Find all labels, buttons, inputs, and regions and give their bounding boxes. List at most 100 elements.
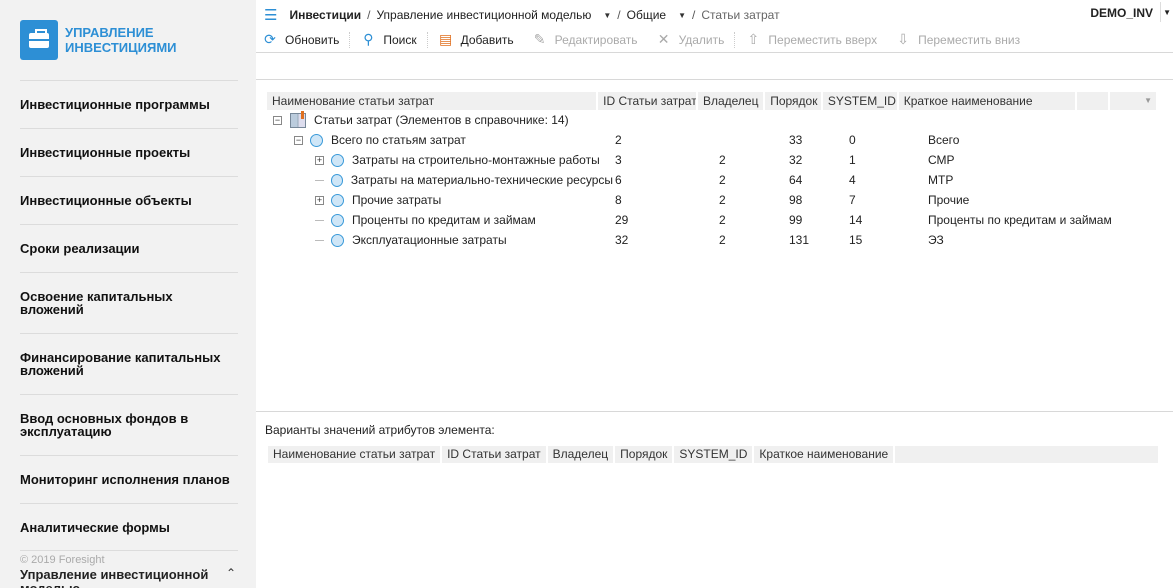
column-header[interactable]: ID Статьи затрат — [442, 446, 548, 463]
sidebar-item-capital-development[interactable]: Освоение капитальных вложений — [20, 272, 238, 333]
refresh-button[interactable]: ⟳ Обновить — [262, 31, 339, 48]
row-name: Затраты на материально-технические ресур… — [350, 173, 613, 187]
cost-items-grid: Наименование статьи затрат ID Статьи зат… — [267, 92, 1158, 250]
cell-system-id: 4 — [849, 173, 856, 187]
caret-down-icon[interactable]: ▼ — [678, 11, 686, 20]
table-row[interactable]: Эксплуатационные затраты 32 2 131 15 ЭЗ — [267, 230, 1158, 250]
breadcrumb-root[interactable]: Инвестиции — [289, 8, 361, 22]
item-circle-icon — [331, 213, 344, 227]
cell-order: 131 — [789, 233, 810, 247]
sidebar-item-analytics[interactable]: Аналитические формы — [20, 503, 238, 551]
sidebar-item-terms[interactable]: Сроки реализации — [20, 224, 238, 272]
collapse-icon[interactable]: − — [294, 135, 303, 145]
column-header[interactable]: ID Статьи затрат — [598, 92, 698, 110]
caret-down-icon[interactable]: ▼ — [603, 11, 611, 20]
row-name: Всего по статьям затрат — [331, 133, 466, 147]
column-header — [1076, 92, 1110, 110]
column-header[interactable]: Краткое наименование — [754, 446, 896, 463]
divider — [256, 79, 1173, 80]
dictionary-book-icon — [290, 110, 306, 128]
sidebar-item-projects[interactable]: Инвестиционные проекты — [20, 128, 238, 176]
sidebar-item-programs[interactable]: Инвестиционные программы — [20, 80, 238, 128]
tree-line — [315, 179, 324, 181]
edit-button[interactable]: ✎ Редактировать — [532, 31, 638, 48]
move-down-button[interactable]: ⇩ Переместить вниз — [895, 31, 1020, 48]
column-header[interactable]: SYSTEM_ID — [674, 446, 755, 463]
column-header[interactable]: Наименование статьи затрат — [267, 92, 599, 110]
table-row[interactable]: + Прочие затраты 8 2 98 7 Прочие — [267, 190, 1158, 210]
cell-owner: 2 — [719, 213, 726, 227]
cell-short-name: МТР — [928, 173, 954, 187]
breadcrumb-general[interactable]: Общие — [627, 8, 666, 22]
cell-order: 98 — [789, 193, 803, 207]
cell-short-name: ЭЗ — [928, 233, 944, 247]
sidebar-item-capital-financing[interactable]: Финансирование капитальных вложений — [20, 333, 238, 394]
cell-order: 99 — [789, 213, 803, 227]
cell-short-name: Прочие — [928, 193, 970, 207]
divider — [1160, 2, 1161, 22]
tree-line — [315, 219, 324, 221]
cell-short-name: Всего — [928, 133, 960, 147]
cell-id: 2 — [615, 133, 622, 147]
chevron-up-icon[interactable]: ⌃ — [226, 566, 236, 580]
column-header[interactable]: Владелец — [548, 446, 616, 463]
add-button[interactable]: ▤ Добавить — [438, 31, 514, 48]
delete-button[interactable]: ✕ Удалить — [656, 31, 725, 48]
table-row[interactable]: − Всего по статьям затрат 2 33 0 Всего — [267, 130, 1158, 150]
expand-icon[interactable]: + — [315, 195, 324, 205]
user-name[interactable]: DEMO_INV — [1090, 6, 1153, 20]
tree-line — [315, 239, 324, 241]
user-menu-caret-icon[interactable]: ▼ — [1163, 8, 1171, 17]
item-circle-icon — [330, 173, 343, 187]
breadcrumb: ☰ Инвестиции / Управление инвестиционной… — [264, 6, 780, 24]
cell-system-id: 7 — [849, 193, 856, 207]
sidebar-section-model[interactable]: Управление инвестиционной моделью — [20, 568, 220, 588]
sidebar-item-fixed-assets[interactable]: Ввод основных фондов в эксплуатацию — [20, 394, 238, 455]
column-header[interactable]: Краткое наименование — [898, 92, 1077, 110]
expand-icon[interactable]: + — [315, 155, 324, 165]
app-logo-text: УПРАВЛЕНИЕ ИНВЕСТИЦИЯМИ — [65, 25, 177, 55]
breadcrumb-separator: / — [692, 8, 696, 22]
cell-system-id: 0 — [849, 133, 856, 147]
pencil-icon: ✎ — [533, 31, 546, 47]
cell-system-id: 1 — [849, 153, 856, 167]
attributes-grid-header: Наименование статьи затрат ID Статьи зат… — [268, 446, 1158, 463]
add-document-icon: ▤ — [438, 31, 453, 47]
cell-owner: 2 — [719, 193, 726, 207]
sidebar: УПРАВЛЕНИЕ ИНВЕСТИЦИЯМИ Инвестиционные пр… — [0, 0, 256, 588]
collapse-icon[interactable]: − — [273, 115, 282, 125]
cell-short-name: Проценты по кредитам и займам — [928, 213, 1112, 227]
row-name: Затраты на строительно-монтажные работы — [352, 153, 600, 167]
column-header[interactable]: SYSTEM_ID — [822, 92, 899, 110]
main-content: ☰ Инвестиции / Управление инвестиционной… — [256, 0, 1173, 588]
tree-root-row[interactable]: − Статьи затрат (Элементов в справочнике:… — [267, 110, 1158, 130]
cell-system-id: 14 — [849, 213, 863, 227]
column-header[interactable]: Порядок — [765, 92, 823, 110]
column-header[interactable]: Порядок — [615, 446, 675, 463]
cell-owner: 2 — [719, 153, 726, 167]
copyright: © 2019 Foresight — [20, 554, 105, 566]
cell-owner: 2 — [719, 233, 726, 247]
arrow-up-icon: ⇧ — [747, 31, 760, 47]
close-icon: ✕ — [657, 31, 670, 47]
search-button[interactable]: ⚲ Поиск — [360, 31, 416, 48]
move-up-button[interactable]: ⇧ Переместить вверх — [745, 31, 878, 48]
arrow-down-icon: ⇩ — [897, 31, 909, 47]
table-row[interactable]: Проценты по кредитам и займам 29 2 99 14… — [267, 210, 1158, 230]
search-icon: ⚲ — [363, 31, 374, 47]
item-circle-icon — [310, 133, 323, 147]
menu-icon[interactable]: ☰ — [264, 6, 277, 24]
table-row[interactable]: Затраты на материально-технические ресур… — [267, 170, 1158, 190]
column-header[interactable]: Наименование статьи затрат — [268, 446, 443, 463]
grid-header: Наименование статьи затрат ID Статьи зат… — [267, 92, 1158, 110]
sidebar-item-objects[interactable]: Инвестиционные объекты — [20, 176, 238, 224]
row-name: Прочие затраты — [352, 193, 442, 207]
sidebar-item-monitoring[interactable]: Мониторинг исполнения планов — [20, 455, 238, 503]
column-header[interactable]: Владелец — [697, 92, 766, 110]
table-row[interactable]: + Затраты на строительно-монтажные работы… — [267, 150, 1158, 170]
columns-menu-icon[interactable]: ▼ — [1109, 92, 1158, 110]
cell-id: 6 — [615, 173, 622, 187]
breadcrumb-separator: / — [617, 8, 621, 22]
breadcrumb-current: Статьи затрат — [701, 8, 780, 22]
breadcrumb-model[interactable]: Управление инвестиционной моделью — [376, 8, 591, 22]
